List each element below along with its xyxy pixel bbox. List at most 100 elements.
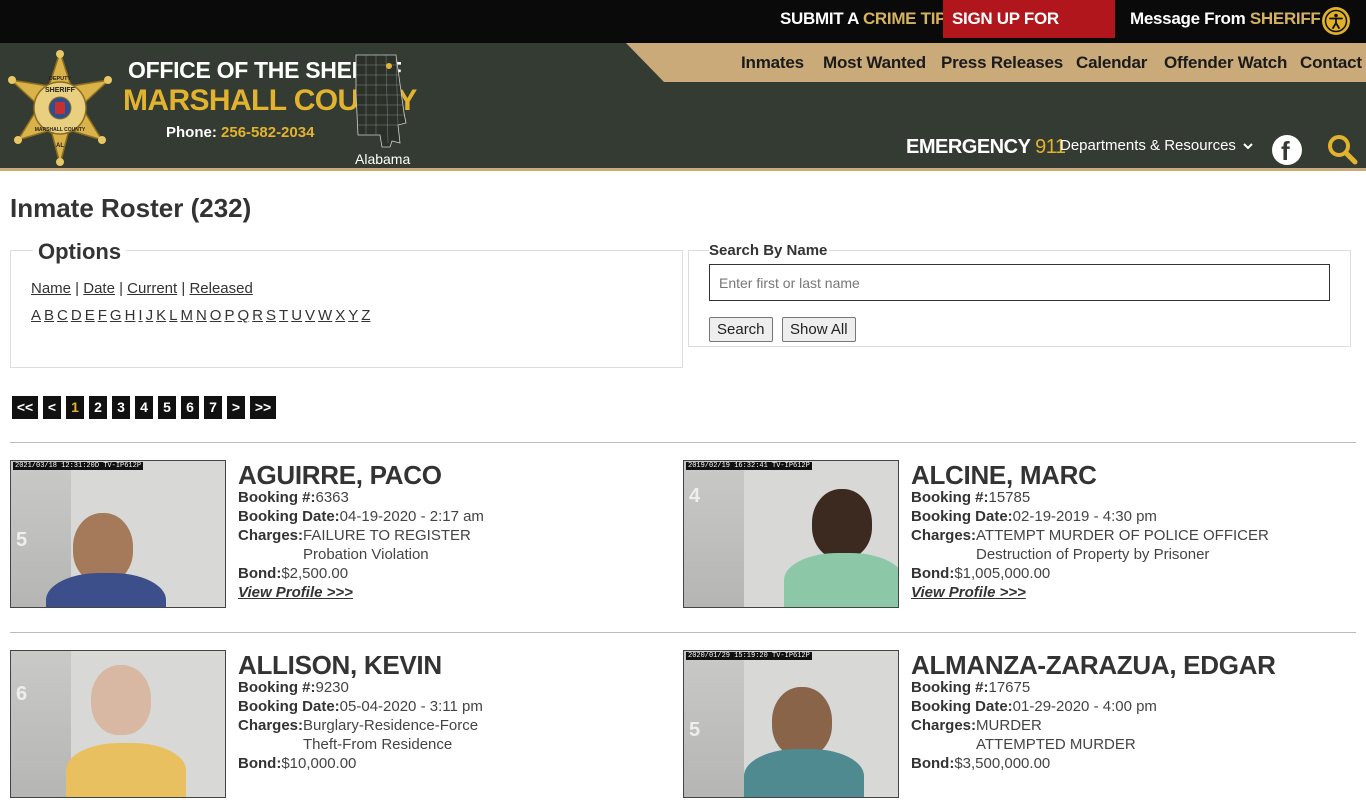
inmate-head [772, 687, 832, 757]
letter-filter-r[interactable]: R [252, 307, 263, 324]
sort-by-name-link[interactable]: Name [31, 280, 71, 297]
departments-label: Departments & Resources [1060, 137, 1236, 154]
page-button[interactable]: < [43, 396, 61, 419]
page-button[interactable]: > [227, 396, 245, 419]
sort-by-date-link[interactable]: Date [83, 280, 115, 297]
letter-filter-x[interactable]: X [335, 307, 345, 324]
search-by-name-panel: Search By Name Search Show All [688, 242, 1351, 347]
page-button[interactable]: 6 [181, 396, 199, 419]
inmate-photo[interactable]: 5 2021/03/18 12:31:20D TV-IP612P [10, 460, 226, 608]
letter-filter-d[interactable]: D [71, 307, 82, 324]
crime-tip-pre: SUBMIT A [780, 9, 859, 28]
page-button[interactable]: 7 [204, 396, 222, 419]
svg-text:MARSHALL COUNTY: MARSHALL COUNTY [35, 127, 86, 133]
emergency-911[interactable]: EMERGENCY 911 [906, 136, 1066, 159]
alphabet-filter: ABCDEFGHIJKLMNOPQRSTUVWXYZ [31, 307, 373, 324]
booking-date-line: Booking Date:05-04-2020 - 3:11 pm [238, 698, 483, 715]
letter-filter-k[interactable]: K [156, 307, 166, 324]
letter-filter-a[interactable]: A [31, 307, 41, 324]
search-icon[interactable] [1326, 133, 1358, 165]
nav-press-releases[interactable]: Press Releases [941, 53, 1063, 73]
phone-number[interactable]: 256-582-2034 [221, 124, 314, 141]
letter-filter-i[interactable]: I [138, 307, 142, 324]
booking-number-line: Booking #:6363 [238, 489, 349, 506]
inmate-card: 5 2021/03/18 12:31:20D TV-IP612P AGUIRRE… [10, 460, 670, 610]
phone-line: Phone: 256-582-2034 [166, 124, 314, 141]
letter-filter-b[interactable]: B [44, 307, 54, 324]
inmate-photo[interactable]: 6 [10, 650, 226, 798]
nav-offender-watch[interactable]: Offender Watch [1164, 53, 1287, 73]
letter-filter-g[interactable]: G [110, 307, 122, 324]
nav-most-wanted[interactable]: Most Wanted [823, 53, 926, 73]
page-title: Inmate Roster (232) [10, 193, 252, 223]
search-label: Search By Name [709, 242, 830, 259]
alabama-map-icon [355, 54, 407, 148]
letter-filter-l[interactable]: L [169, 307, 177, 324]
booking-date-line: Booking Date:02-19-2019 - 4:30 pm [911, 508, 1157, 525]
sort-released-link[interactable]: Released [189, 280, 252, 297]
chevron-down-icon [1243, 143, 1253, 150]
height-ruler-mark: 5 [689, 719, 701, 741]
accessibility-icon[interactable] [1322, 7, 1350, 35]
letter-filter-m[interactable]: M [180, 307, 193, 324]
charges-line: Charges:Burglary-Residence-Force [238, 717, 479, 734]
booking-date-line: Booking Date:01-29-2020 - 4:00 pm [911, 698, 1157, 715]
departments-resources-menu[interactable]: Departments & Resources [1060, 137, 1253, 154]
page-button[interactable]: 2 [89, 396, 107, 419]
height-ruler-mark: 4 [689, 485, 701, 507]
svg-text:AL: AL [56, 143, 64, 149]
letter-filter-t[interactable]: T [279, 307, 288, 324]
nav-calendar[interactable]: Calendar [1076, 53, 1147, 73]
booking-number-line: Booking #:17675 [911, 679, 1031, 696]
letter-filter-q[interactable]: Q [237, 307, 249, 324]
page-button[interactable]: 4 [135, 396, 153, 419]
letter-filter-n[interactable]: N [196, 307, 207, 324]
photo-timestamp: 2019/02/19 16:32:41 TV-IP612P [686, 462, 812, 470]
letter-filter-w[interactable]: W [318, 307, 332, 324]
facebook-icon[interactable]: f [1272, 135, 1302, 166]
inmate-photo[interactable]: 5 2020/01/29 15:19:20 TV-IP612P [683, 650, 899, 798]
nav-inmates[interactable]: Inmates [741, 53, 804, 73]
inmate-head [91, 665, 151, 735]
letter-filter-f[interactable]: F [98, 307, 107, 324]
inmate-shirt [784, 553, 898, 607]
letter-filter-z[interactable]: Z [361, 307, 370, 324]
letter-filter-s[interactable]: S [266, 307, 276, 324]
view-profile-link[interactable]: View Profile >>> [911, 584, 1026, 601]
message-from-sheriff-link[interactable]: Message From SHERIFF › [1130, 0, 1334, 38]
letter-filter-p[interactable]: P [224, 307, 234, 324]
booking-number-line: Booking #:15785 [911, 489, 1031, 506]
letter-filter-j[interactable]: J [146, 307, 154, 324]
bond-line: Bond:$3,500,000.00 [911, 755, 1051, 772]
page-button[interactable]: << [12, 396, 38, 419]
search-button[interactable]: Search [709, 317, 773, 342]
inmate-shirt [66, 743, 186, 797]
charges-line: Charges:ATTEMPT MURDER OF POLICE OFFICER [911, 527, 1269, 544]
submit-crime-tip-link[interactable]: SUBMIT A CRIME TIP › [780, 0, 959, 38]
show-all-button[interactable]: Show All [782, 317, 856, 342]
letter-filter-e[interactable]: E [85, 307, 95, 324]
letter-filter-o[interactable]: O [210, 307, 222, 324]
letter-filter-y[interactable]: Y [348, 307, 358, 324]
nav-contact[interactable]: Contact [1300, 53, 1362, 73]
view-profile-link[interactable]: View Profile >>> [238, 584, 353, 601]
page-button[interactable]: 3 [112, 396, 130, 419]
page-button[interactable]: 1 [66, 396, 84, 419]
page-button[interactable]: >> [250, 396, 276, 419]
inmate-name: ALMANZA-ZARAZUA, EDGAR [911, 650, 1276, 680]
letter-filter-v[interactable]: V [305, 307, 315, 324]
sign-up-alerts-link[interactable]: SIGN UP FOR ALERTS › [943, 0, 1115, 66]
options-panel: Options Name | Date | Current | Released… [10, 239, 683, 368]
search-name-input[interactable] [709, 264, 1330, 301]
inmate-photo[interactable]: 4 2019/02/19 16:32:41 TV-IP612P [683, 460, 899, 608]
divider [10, 442, 1356, 443]
inmate-head [812, 489, 872, 559]
booking-number-line: Booking #:9230 [238, 679, 349, 696]
page-button[interactable]: 5 [158, 396, 176, 419]
charges-line: Charges:MURDER [911, 717, 1042, 734]
letter-filter-h[interactable]: H [125, 307, 136, 324]
letter-filter-u[interactable]: U [291, 307, 302, 324]
letter-filter-c[interactable]: C [57, 307, 68, 324]
sort-current-link[interactable]: Current [127, 280, 177, 297]
sheriff-star-badge-icon[interactable]: DEPUTY SHERIFF MARSHALL COUNTY AL [6, 50, 114, 166]
